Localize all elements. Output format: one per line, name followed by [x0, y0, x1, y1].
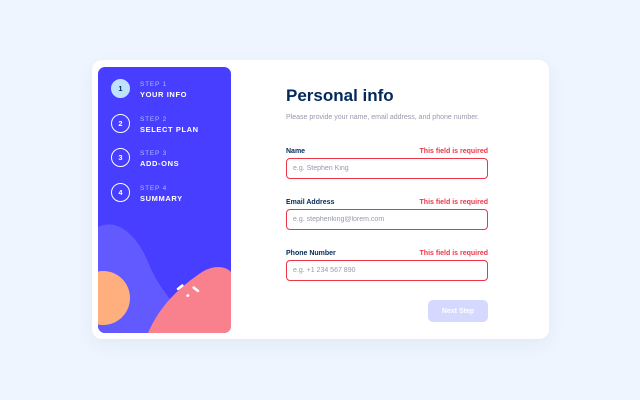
- step-2[interactable]: 2 STEP 2 SELECT PLAN: [111, 114, 221, 136]
- step-title: YOUR INFO: [140, 90, 188, 99]
- step-3[interactable]: 3 STEP 3 ADD-ONS: [111, 148, 221, 170]
- step-kicker: STEP 1: [140, 81, 168, 88]
- step-kicker: STEP 2: [140, 116, 168, 123]
- step-kicker: STEP 3: [140, 150, 168, 157]
- next-step-button[interactable]: Next Step: [428, 300, 488, 322]
- step-title: ADD-ONS: [140, 159, 180, 168]
- email-error: This field is required: [419, 199, 488, 206]
- step-number: 1: [111, 79, 130, 98]
- email-label: Email Address: [286, 199, 335, 206]
- step-kicker: STEP 4: [140, 185, 168, 192]
- page-title: Personal info: [286, 86, 394, 105]
- email-input[interactable]: [286, 209, 488, 230]
- page-subtitle: Please provide your name, email address,…: [286, 114, 480, 121]
- step-1[interactable]: 1 STEP 1 YOUR INFO: [111, 79, 221, 101]
- phone-error: This field is required: [419, 250, 488, 257]
- name-error: This field is required: [419, 148, 488, 155]
- step-title: SUMMARY: [140, 194, 183, 203]
- step-4[interactable]: 4 STEP 4 SUMMARY: [111, 183, 221, 205]
- step-number: 2: [111, 114, 130, 133]
- name-label: Name: [286, 148, 306, 155]
- step-sidebar: 1 STEP 1 YOUR INFO 2 STEP 2 SELECT PLAN …: [98, 67, 231, 333]
- phone-input[interactable]: [286, 260, 488, 281]
- step-title: SELECT PLAN: [140, 125, 199, 134]
- phone-label: Phone Number: [286, 250, 336, 257]
- step-number: 3: [111, 148, 130, 167]
- step-number: 4: [111, 183, 130, 202]
- name-input[interactable]: [286, 158, 488, 179]
